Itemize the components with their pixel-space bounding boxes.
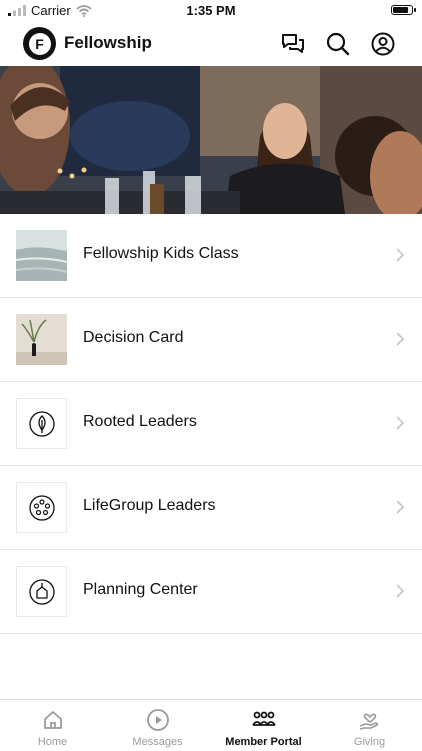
list-item-label: Planning Center [83,581,198,598]
list-item-label: LifeGroup Leaders [83,497,216,514]
vase-photo [16,314,67,365]
planning-center-thumbnail [16,566,67,617]
group-circle-icon [28,494,55,521]
chat-icon[interactable] [280,31,306,57]
fellowship-logo[interactable]: F [23,27,56,60]
list-item-lifegroup-leaders[interactable]: LifeGroup Leaders [0,466,422,550]
hero-image [0,66,422,214]
app-title: Fellowship [64,33,152,52]
chevron-right-icon [396,248,405,262]
list-item-fellowship-kids-class[interactable]: Fellowship Kids Class [0,214,422,298]
account-icon[interactable] [370,31,396,57]
list-item-label: Decision Card [83,329,184,346]
list-item-planning-center[interactable]: Planning Center [0,550,422,634]
tab-label: Messages [132,736,183,748]
tab-label: Home [37,736,68,748]
chevron-right-icon [396,332,405,346]
tab-giving[interactable]: Giving [317,700,422,751]
chevron-right-icon [396,416,405,430]
tab-label: Member Portal [225,736,302,748]
battery-icon [391,5,416,15]
status-time: 1:35 PM [186,3,236,18]
home-icon [43,711,62,729]
tab-home[interactable]: Home [0,700,105,751]
leaf-icon [28,410,55,437]
church-icon [28,578,55,605]
tab-messages[interactable]: Messages [105,700,210,751]
tab-label: Giving [353,736,386,748]
list-item-label: Fellowship Kids Class [83,245,239,262]
search-icon[interactable] [325,31,351,57]
play-circle-icon [146,709,169,731]
app-header: F Fellowship [0,22,422,66]
decision-card-thumbnail [16,314,67,365]
chevron-right-icon [396,584,405,598]
giving-hand-heart-icon [359,713,378,730]
list-item-decision-card[interactable]: Decision Card [0,298,422,382]
menu-list: Fellowship Kids Class Decision Card Root… [0,214,422,634]
logo-letter: F [28,32,51,55]
tab-member-portal[interactable]: Member Portal [210,700,317,751]
beach-photo [16,230,67,281]
list-item-rooted-leaders[interactable]: Rooted Leaders [0,382,422,466]
list-item-label: Rooted Leaders [83,413,197,430]
lifegroup-leaders-thumbnail [16,482,67,533]
chevron-right-icon [396,500,405,514]
battery-fill [393,7,409,13]
hero-photo [0,66,422,214]
status-bar: Carrier 1:35 PM [0,0,422,22]
kids-class-thumbnail [16,230,67,281]
tab-bar: Home Messages Member Portal Giving [0,699,422,751]
people-group-icon [251,711,276,726]
rooted-leaders-thumbnail [16,398,67,449]
